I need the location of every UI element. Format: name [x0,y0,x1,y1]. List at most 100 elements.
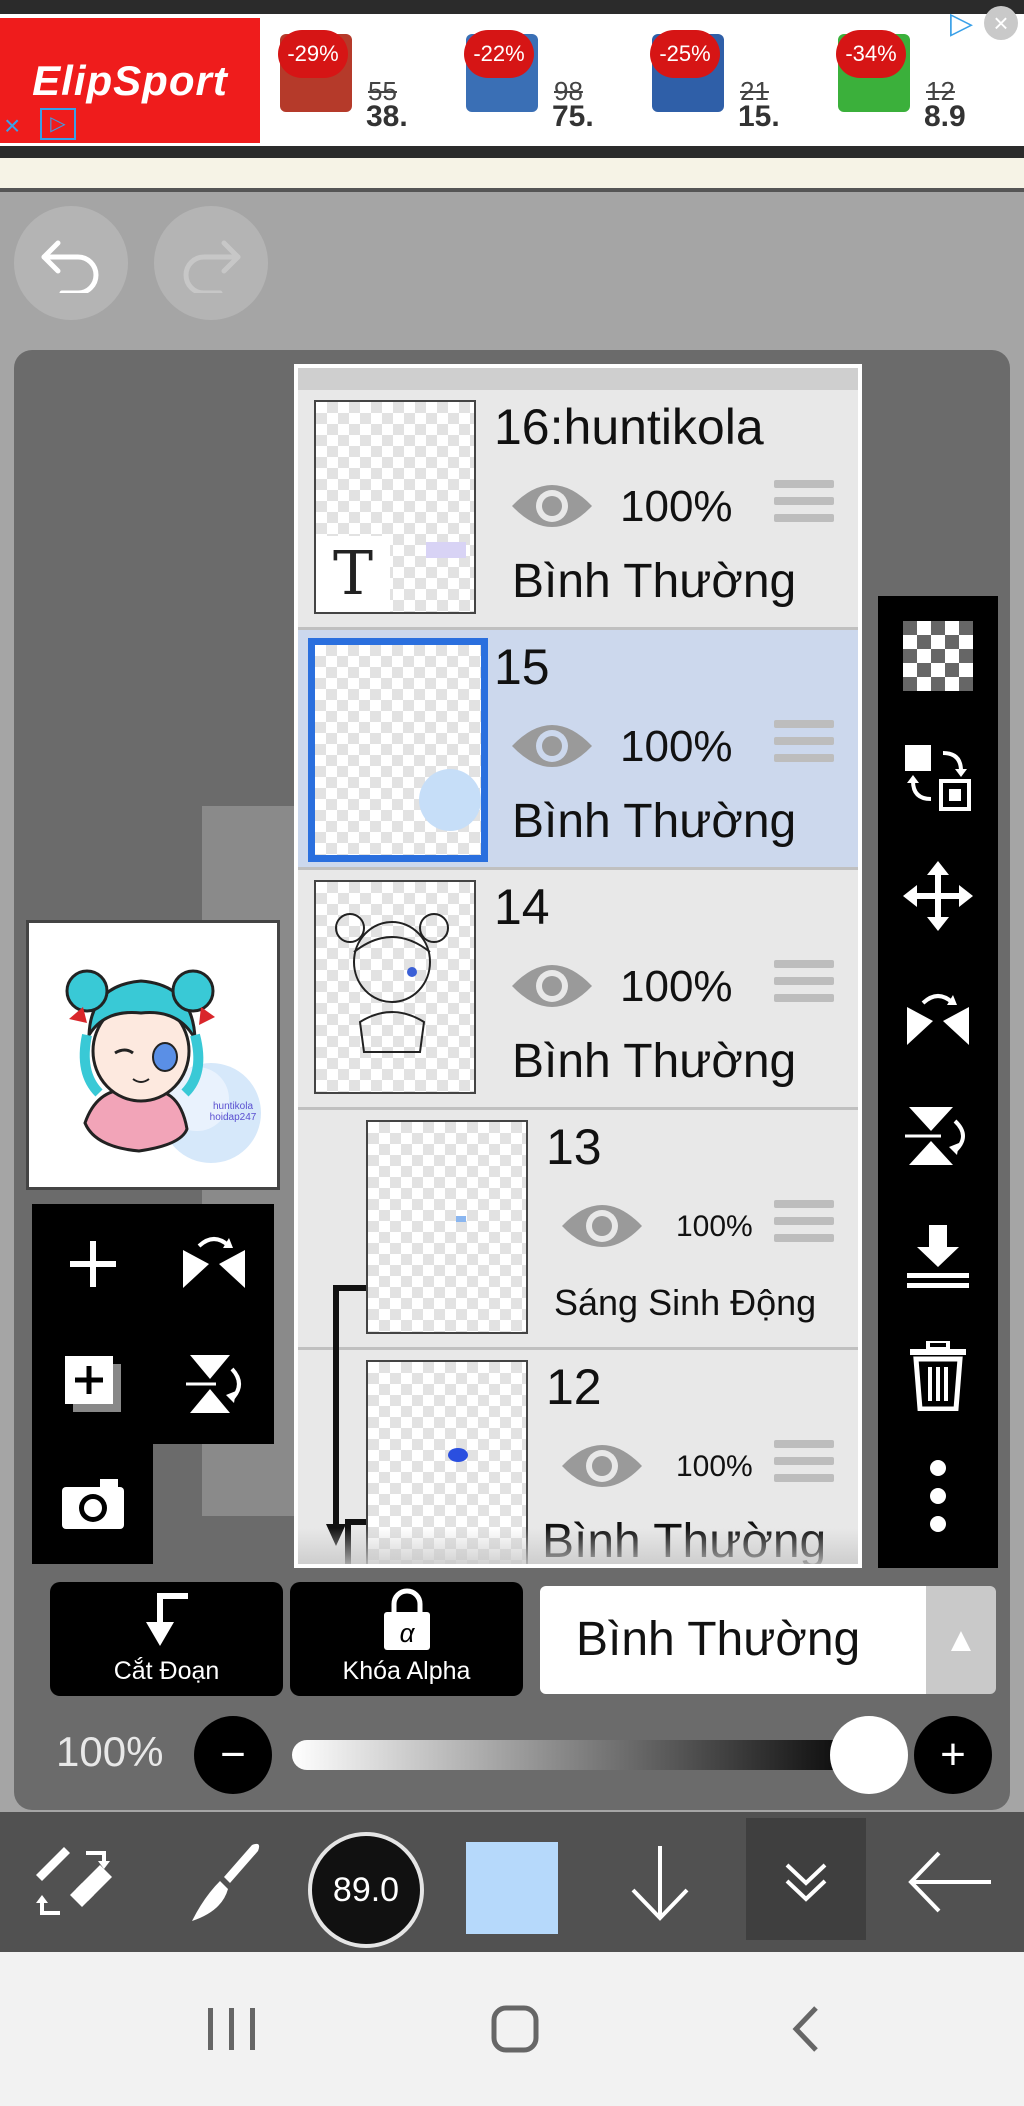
layer-opacity: 100% [676,1210,753,1243]
alpha-glyph: α [399,1618,415,1648]
drag-handle-icon[interactable] [774,720,834,770]
brush-tool-button[interactable] [164,1812,274,1952]
drag-handle-icon[interactable] [774,1440,834,1490]
visibility-eye-icon[interactable] [510,958,594,1014]
add-layer-button[interactable] [32,1204,153,1324]
visibility-eye-icon[interactable] [510,718,594,774]
ad-info-icon[interactable]: ▷ [40,108,76,140]
delete-layer-button[interactable] [878,1316,998,1436]
camera-button[interactable] [32,1444,153,1564]
merge-down-icon [907,1225,969,1288]
more-options-button[interactable] [878,1436,998,1556]
layer-blend-mode: Bình Thường [512,555,797,608]
tool-switch-button[interactable] [18,1812,128,1952]
transparency-button[interactable] [878,596,998,716]
layer-tool-grid [32,1204,274,1568]
alpha-lock-button[interactable]: α Khóa Alpha [290,1582,523,1696]
layer-name: 12 [546,1359,602,1415]
opacity-slider-thumb[interactable] [830,1716,908,1794]
home-icon[interactable] [490,2004,540,2054]
brush-icon [192,1843,260,1921]
back-icon[interactable] [788,2004,822,2054]
layer-thumbnail [314,880,476,1094]
drag-handle-icon[interactable] [774,1200,834,1250]
undo-button[interactable] [14,206,128,320]
ad-spacer [0,158,1024,188]
swap-layers-button[interactable] [878,716,998,836]
recent-apps-icon[interactable] [204,2006,260,2052]
arrow-left-icon [908,1851,991,1913]
layer-opacity: 100% [676,1450,753,1483]
drag-handle-icon[interactable] [774,480,834,530]
opacity-slider[interactable] [292,1740,872,1770]
add-image-layer-button[interactable] [32,1324,153,1444]
blue-splash-mark [419,769,481,831]
flip-horizontal-button[interactable] [153,1204,274,1324]
opacity-value: 100% [56,1728,164,1775]
flip-horizontal-icon [182,1237,245,1288]
back-button[interactable] [890,1812,1010,1952]
blue-dot-mark [448,1448,468,1462]
trash-icon [910,1341,966,1411]
swap-icon [905,745,971,811]
lineart-preview [335,913,449,1053]
layer-item[interactable]: 14 100% Bình Thường [298,870,858,1110]
ad-product[interactable]: -29% 55 38. [270,22,442,134]
layer-item[interactable]: 13 100% Sáng Sinh Động [298,1110,858,1350]
layer-list[interactable]: T 16:huntikola 100% Bình Thường 15 100% … [294,364,862,1568]
ad-discount-badge: -25% [650,30,720,78]
flip-vertical-button[interactable] [153,1324,274,1444]
opacity-increase-button[interactable]: + [914,1716,992,1794]
blend-mode-select[interactable]: Bình Thường [540,1586,926,1694]
layer-name: 16:huntikola [494,399,764,455]
ad-product[interactable]: -34% 12 8.9 [828,22,1000,134]
text-preview-mark [426,542,466,558]
ad-product[interactable]: -25% 21 15. [642,22,814,134]
brush-size-indicator[interactable]: 89.0 [308,1832,424,1948]
visibility-eye-icon[interactable] [560,1198,644,1254]
alpha-lock-label: Khóa Alpha [342,1657,471,1685]
layer-thumbnail: T [314,400,476,614]
clipping-button[interactable]: Cắt Đoạn [50,1582,283,1696]
ad-new-price: 75. [552,100,594,133]
add-layer-copy-icon [64,1356,121,1412]
ad-top-border [0,0,1024,14]
ad-brand-logo[interactable]: ElipSport [0,18,260,143]
collapse-panel-button[interactable] [756,1812,856,1952]
text-layer-marker: T [316,536,390,612]
ad-small-close-icon[interactable]: × [4,110,20,142]
move-layer-button[interactable] [878,836,998,956]
color-swatch[interactable] [466,1842,558,1934]
layer-opacity: 100% [620,722,733,771]
ad-bottom-border [0,146,1024,158]
drag-handle-icon[interactable] [774,960,834,1010]
flip-vertical-icon [905,1107,965,1165]
layer-item[interactable]: T 16:huntikola 100% Bình Thường [298,390,858,630]
pen-eraser-switch-icon [36,1847,112,1915]
redo-button[interactable] [154,206,268,320]
layer-blend-mode: Sáng Sinh Động [554,1282,817,1323]
layer-name: 15 [494,639,550,695]
canvas-preview[interactable]: huntikola hoidap247 [26,920,280,1190]
opacity-decrease-button[interactable]: − [194,1716,272,1794]
layer-thumbnail [308,638,488,862]
clipping-arrow-icon [326,1285,366,1564]
layer-name: 14 [494,879,550,935]
blend-mode-dropdown-icon[interactable]: ▲ [926,1586,996,1694]
layer-item-selected[interactable]: 15 100% Bình Thường [298,630,858,870]
list-fade [298,1528,858,1564]
flip-layer-horizontal-button[interactable] [878,956,998,1076]
ad-product[interactable]: -22% 98 75. [456,22,628,134]
more-vertical-icon [930,1460,946,1532]
layer-blend-mode: Bình Thường [512,795,797,848]
layer-list-scroll-edge [298,368,858,390]
visibility-eye-icon[interactable] [510,478,594,534]
flip-layer-vertical-button[interactable] [878,1076,998,1196]
layer-name: 13 [546,1119,602,1175]
layer-down-button[interactable] [610,1812,710,1952]
layer-blend-mode: Bình Thường [512,1035,797,1088]
merge-down-button[interactable] [878,1196,998,1316]
character-artwork [65,969,261,1163]
visibility-eye-icon[interactable] [560,1438,644,1494]
layer-opacity: 100% [620,962,733,1011]
